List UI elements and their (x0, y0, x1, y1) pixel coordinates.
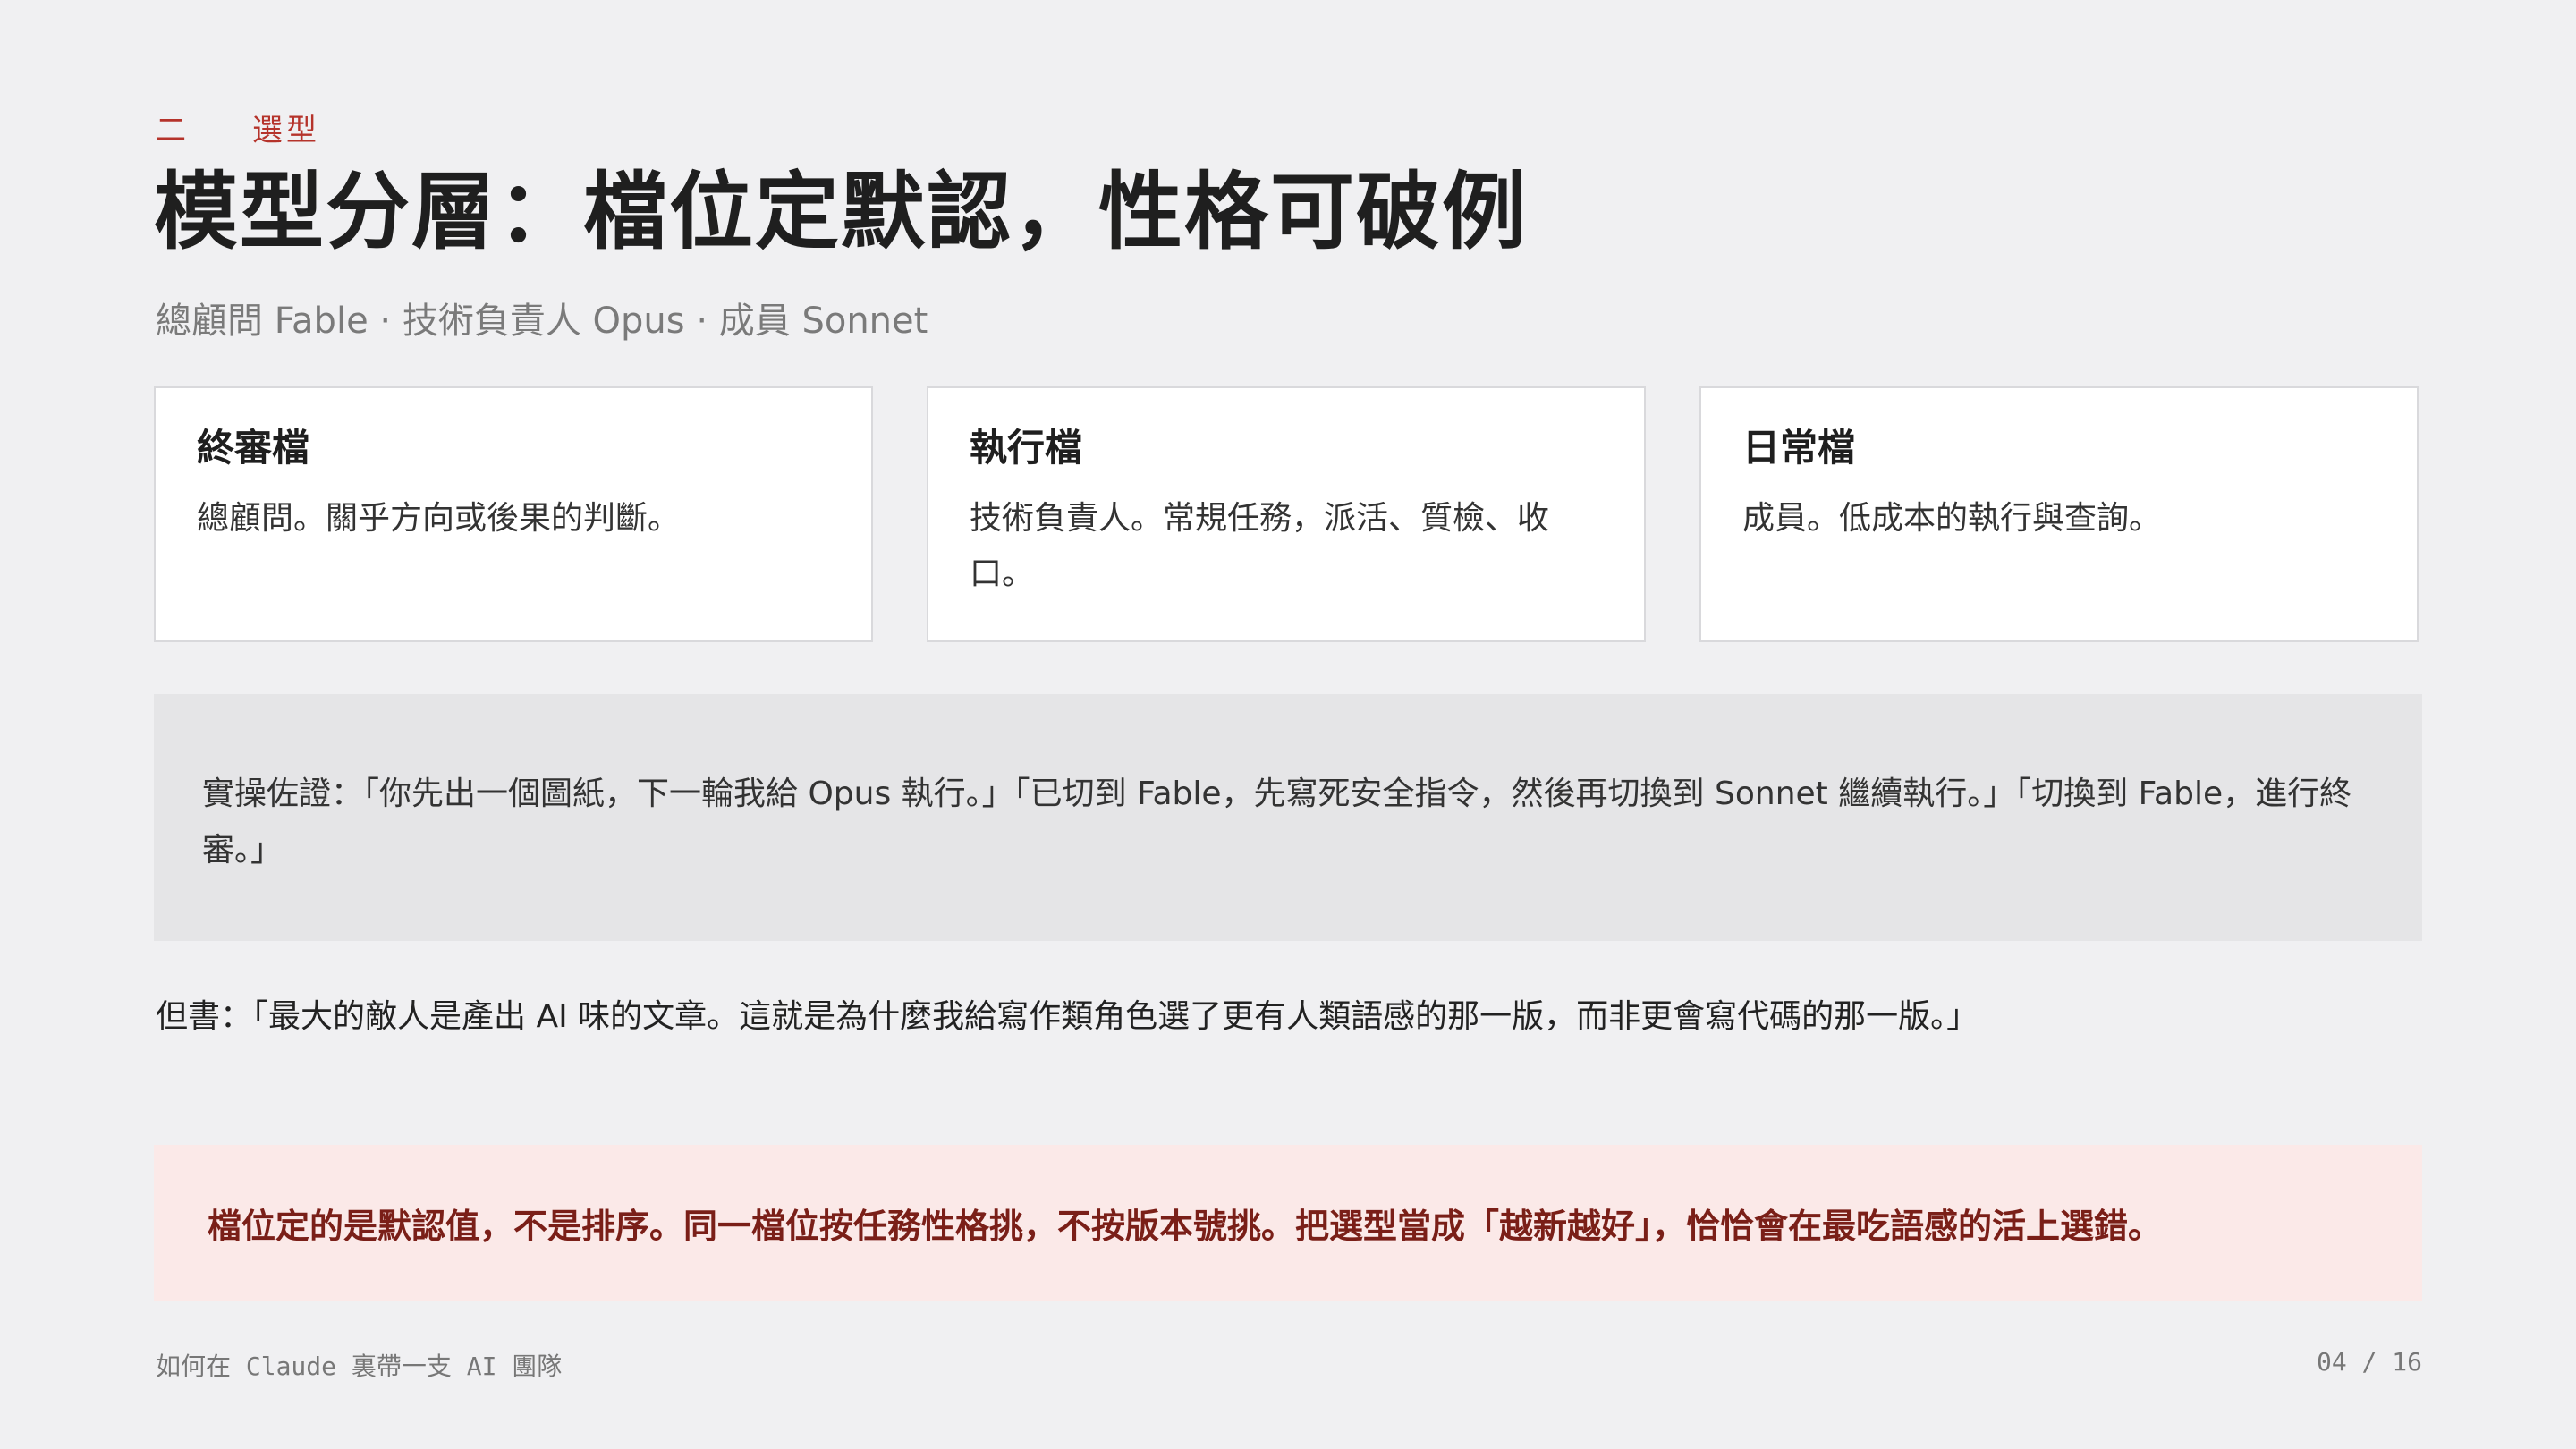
key-takeaway-callout: 檔位定的是默認值，不是排序。同一檔位按任務性格挑，不按版本號挑。把選型當成「越新… (154, 1145, 2422, 1301)
section-tag: 二 選型 (156, 106, 320, 149)
card-body: 總顧問。關乎方向或後果的判斷。 (197, 499, 681, 537)
card-body: 成員。低成本的執行與查詢。 (1742, 499, 2162, 537)
page-title: 模型分層：檔位定默認，性格可破例 (154, 164, 1529, 261)
card-title: 終審檔 (197, 426, 310, 470)
tier-card-execution: 執行檔 技術負責人。常規任務，派活、質檢、收口。 (927, 386, 1646, 642)
page-subtitle: 總顧問 Fable · 技術負責人 Opus · 成員 Sonnet (156, 301, 928, 342)
card-title: 日常檔 (1742, 426, 1856, 470)
tier-card-daily: 日常檔 成員。低成本的執行與查詢。 (1699, 386, 2419, 642)
tier-cards: 終審檔 總顧問。關乎方向或後果的判斷。 執行檔 技術負責人。常規任務，派活、質檢… (154, 386, 2422, 644)
slide: 二 選型 模型分層：檔位定默認，性格可破例 總顧問 Fable · 技術負責人 … (154, 0, 2422, 1449)
section-label: 選型 (252, 113, 320, 148)
card-body: 技術負責人。常規任務，派活、質檢、收口。 (970, 499, 1550, 592)
footer-page-number: 04 / 16 (2316, 1347, 2422, 1377)
card-title: 執行檔 (970, 426, 1083, 470)
evidence-box: 實操佐證：「你先出一個圖紙，下一輪我給 Opus 執行。」「已切到 Fable，… (154, 694, 2422, 941)
tier-card-final-review: 終審檔 總顧問。關乎方向或後果的判斷。 (154, 386, 873, 642)
section-number: 二 (156, 113, 190, 148)
caveat-quote: 但書：「最大的敵人是產出 AI 味的文章。這就是為什麼我給寫作類角色選了更有人類… (156, 998, 1979, 1035)
footer-deck-title: 如何在 Claude 裏帶一支 AI 團隊 (156, 1352, 563, 1381)
